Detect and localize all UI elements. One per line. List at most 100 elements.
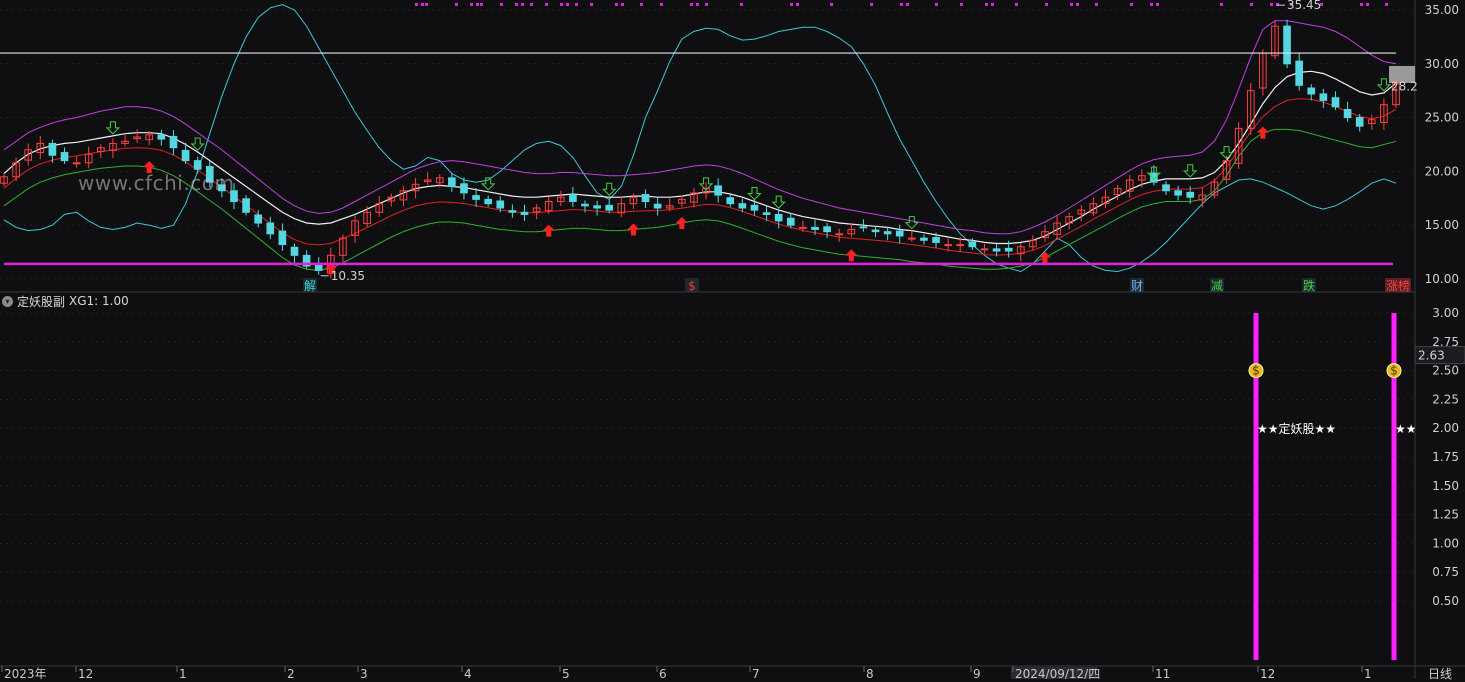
- indicator-tick-label: 1.25: [1432, 508, 1459, 522]
- date-label: 6: [659, 667, 667, 679]
- high-price-label: 35.45: [1287, 0, 1321, 12]
- dot-marker: [575, 3, 578, 6]
- candle-body: [811, 226, 819, 231]
- date-label: 12: [78, 667, 93, 679]
- dot-marker: [900, 3, 903, 6]
- dot-marker: [660, 3, 663, 6]
- stock-chart: 35.00 30.00 25.00 20.00 15.00 10.00 35.45 10.3…: [0, 0, 1465, 679]
- money-bag-glyph: $: [1252, 364, 1260, 378]
- candle-body: [508, 210, 517, 213]
- candle-body: [169, 135, 178, 149]
- date-label: 3: [360, 667, 368, 679]
- indicator-tick-label: 1.00: [1432, 536, 1459, 550]
- indicator-name: 定妖股副: [17, 294, 66, 309]
- indicator-tick-label: 3.00: [1432, 306, 1459, 320]
- candle-body: [290, 246, 299, 256]
- candle-body: [823, 226, 831, 233]
- event-marker[interactable]: 解: [303, 278, 317, 293]
- indicator-tick-label: 2.00: [1432, 421, 1459, 435]
- signal-label: ★★定妖股★★: [1257, 421, 1336, 436]
- candle-body: [242, 198, 250, 213]
- dot-marker: [870, 3, 873, 6]
- event-marker[interactable]: 涨榜: [1385, 278, 1411, 293]
- candle-body: [181, 149, 190, 162]
- event-marker-label: 减: [1211, 279, 1223, 293]
- candle-body: [750, 204, 759, 211]
- event-marker-label: 解: [304, 279, 316, 293]
- dot-marker: [1250, 3, 1253, 6]
- dot-marker: [960, 3, 963, 6]
- dot-marker: [906, 3, 909, 6]
- dot-marker: [1220, 3, 1223, 6]
- event-marker-label: 财: [1131, 279, 1143, 293]
- dot-marker: [1076, 3, 1079, 6]
- candle-body: [932, 237, 940, 243]
- dot-marker: [1385, 3, 1388, 6]
- dot-marker: [1270, 3, 1273, 6]
- date-label: 8: [866, 667, 874, 679]
- candle[interactable]: [1283, 19, 1291, 69]
- money-bag-glyph: $: [1390, 364, 1398, 378]
- dot-marker: [470, 3, 473, 6]
- dot-marker: [530, 3, 533, 6]
- dot-marker: [1045, 3, 1048, 6]
- dot-marker: [560, 3, 563, 6]
- candle-body: [1307, 87, 1316, 95]
- candle-body: [1004, 247, 1013, 252]
- collapse-icon[interactable]: ▾: [2, 295, 13, 307]
- candle-body: [641, 194, 650, 203]
- candle-body: [1319, 93, 1328, 101]
- candle-body: [726, 197, 735, 205]
- event-marker[interactable]: 财: [1130, 278, 1144, 293]
- dot-marker: [1015, 3, 1018, 6]
- candle-body: [448, 177, 456, 187]
- candle-body: [1162, 184, 1170, 192]
- dot-marker: [421, 3, 424, 6]
- indicator-tick-label: 2.25: [1432, 392, 1459, 406]
- dot-marker: [740, 3, 743, 6]
- candle-body: [60, 152, 69, 162]
- indicator-tick-label: 1.75: [1432, 450, 1459, 464]
- date-label: 1: [1364, 667, 1372, 679]
- candle-body: [774, 213, 783, 222]
- date-label: 9: [973, 667, 981, 679]
- candle-body: [157, 134, 166, 140]
- candle-body: [1355, 117, 1364, 127]
- dot-marker: [515, 3, 518, 6]
- candle-body: [762, 212, 771, 215]
- event-marker[interactable]: $: [685, 278, 699, 293]
- dot-marker: [1366, 3, 1369, 6]
- current-price-label: 28.2: [1391, 79, 1418, 93]
- candle-body: [738, 203, 747, 209]
- indicator-tick-label: 1.50: [1432, 479, 1459, 493]
- candle-body: [980, 248, 989, 251]
- candle-body: [859, 226, 868, 229]
- date-label: 11: [1155, 667, 1170, 679]
- candle-body: [1343, 109, 1352, 119]
- period-selector[interactable]: 日线: [1428, 665, 1452, 682]
- indicator-value: XG1: 1.00: [69, 294, 129, 308]
- date-label: 1: [179, 667, 187, 679]
- candle-body: [920, 237, 928, 241]
- date-label: 2023年: [4, 667, 47, 679]
- dot-marker: [590, 3, 593, 6]
- candle-body: [944, 244, 952, 247]
- event-marker[interactable]: 减: [1210, 278, 1224, 293]
- candle-body: [786, 217, 795, 226]
- dot-marker: [796, 3, 799, 6]
- event-marker[interactable]: 跌: [1302, 278, 1316, 293]
- price-tick-label: 35.00: [1425, 3, 1459, 17]
- dot-marker: [935, 3, 938, 6]
- dot-marker: [640, 3, 643, 6]
- candle-body: [1331, 97, 1340, 108]
- dot-marker: [521, 3, 524, 6]
- candle-body: [72, 162, 81, 165]
- candle-body: [496, 200, 505, 209]
- dot-marker: [480, 3, 483, 6]
- price-tick-label: 30.00: [1425, 57, 1459, 71]
- event-marker-label: 涨榜: [1386, 278, 1410, 293]
- price-tick-label: 10.00: [1425, 272, 1459, 286]
- price-tick-label: 20.00: [1425, 164, 1459, 178]
- dot-marker: [615, 3, 618, 6]
- event-marker-label: $: [688, 279, 696, 293]
